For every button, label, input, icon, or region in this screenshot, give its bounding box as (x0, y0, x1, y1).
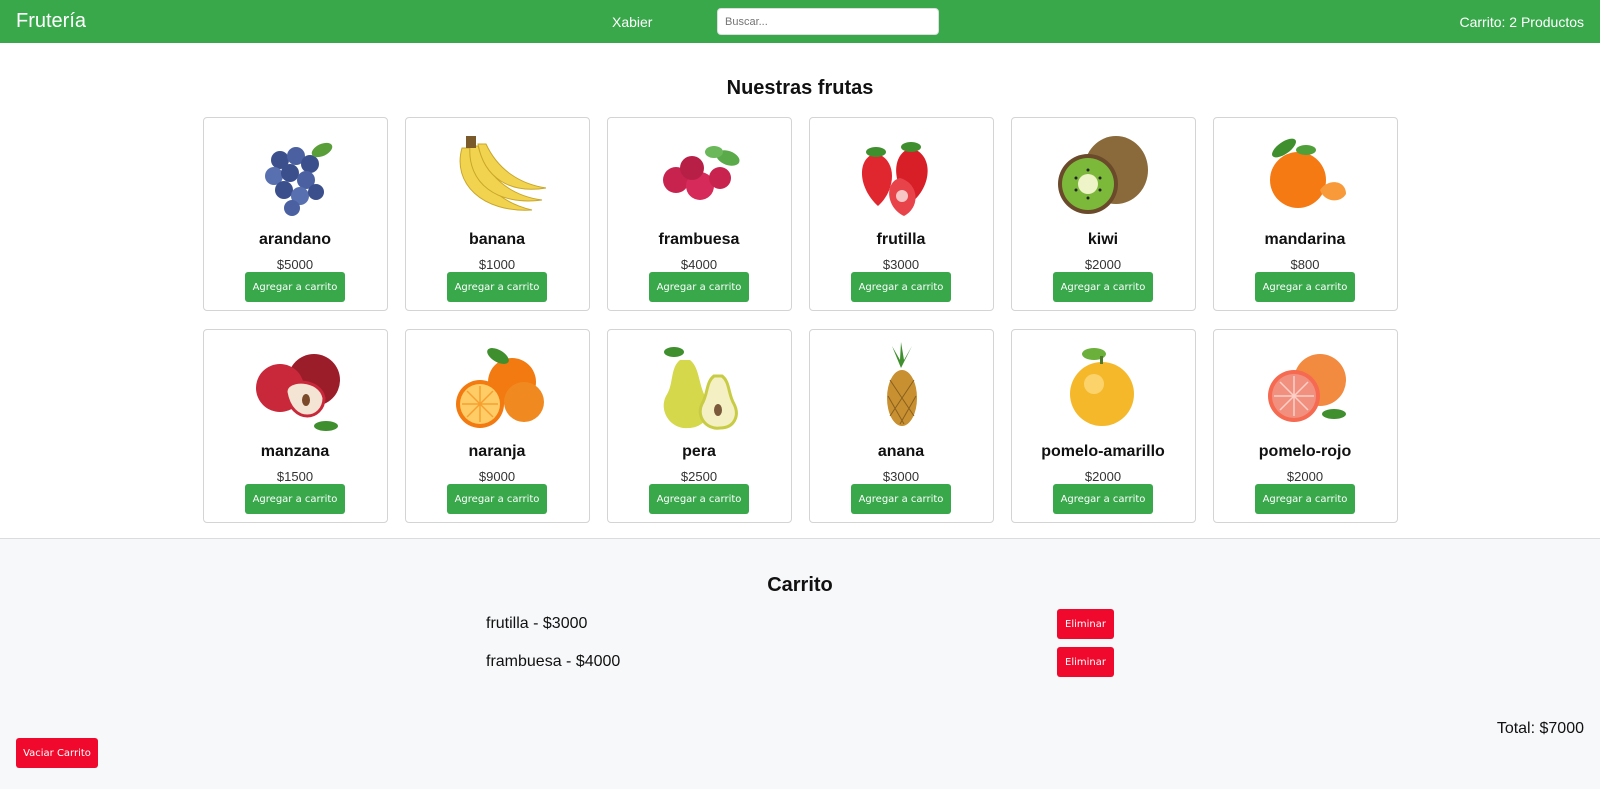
product-card: pomelo-amarillo $2000 Agregar a carrito (1010, 329, 1196, 523)
add-to-cart-button[interactable]: Agregar a carrito (649, 272, 749, 302)
product-name: pera (682, 443, 716, 460)
cart-item-label: frambuesa - $4000 (486, 653, 621, 670)
red-grapefruit-image (1250, 340, 1360, 432)
product-price: $3000 (882, 257, 920, 272)
add-to-cart-button[interactable]: Agregar a carrito (245, 484, 345, 514)
product-price: $2000 (1084, 257, 1122, 272)
oranges-image (442, 340, 552, 432)
product-price: $1000 (478, 257, 516, 272)
add-to-cart-button[interactable]: Agregar a carrito (447, 272, 547, 302)
product-card: anana $3000 Agregar a carrito (808, 329, 994, 523)
remove-item-button[interactable]: Eliminar (1057, 647, 1114, 677)
product-price: $9000 (478, 469, 516, 484)
product-name: mandarina (1264, 231, 1346, 248)
add-to-cart-button[interactable]: Agregar a carrito (447, 484, 547, 514)
bananas-image (442, 128, 552, 220)
navbar: Frutería Xabier Carrito: 2 Productos (0, 0, 1600, 43)
cart-count: Carrito: 2 Productos (1459, 14, 1585, 30)
product-price: $4000 (680, 257, 718, 272)
product-grid: arandano $5000 Agregar a carrito banana $100… (102, 117, 1498, 523)
kiwi-image (1048, 128, 1158, 220)
product-price: $3000 (882, 469, 920, 484)
blueberries-image (240, 128, 350, 220)
brand-title[interactable]: Frutería (16, 10, 86, 33)
product-name: frutilla (876, 231, 926, 248)
empty-cart-button[interactable]: Vaciar Carrito (16, 738, 98, 768)
product-name: banana (468, 231, 525, 248)
product-price: $5000 (276, 257, 314, 272)
product-price: $2000 (1084, 469, 1122, 484)
cart-total: Total: $7000 (1496, 720, 1584, 737)
add-to-cart-button[interactable]: Agregar a carrito (1255, 272, 1355, 302)
product-price: $2500 (680, 469, 718, 484)
tangerine-image (1250, 128, 1360, 220)
product-card: kiwi $2000 Agregar a carrito (1010, 117, 1196, 311)
cart-item: frutilla - $3000 Eliminar (486, 609, 1114, 639)
cart-item: frambuesa - $4000 Eliminar (486, 647, 1114, 677)
cart-title: Carrito (767, 574, 833, 596)
cart-section: Carrito frutilla - $3000 Eliminar frambu… (0, 538, 1600, 789)
add-to-cart-button[interactable]: Agregar a carrito (1255, 484, 1355, 514)
product-card: mandarina $800 Agregar a carrito (1212, 117, 1398, 311)
product-name: anana (877, 443, 925, 460)
product-price: $2000 (1286, 469, 1324, 484)
product-card: manzana $1500 Agregar a carrito (202, 329, 388, 523)
remove-item-button[interactable]: Eliminar (1057, 609, 1114, 639)
product-price: $1500 (276, 469, 314, 484)
product-card: banana $1000 Agregar a carrito (404, 117, 590, 311)
product-card: pera $2500 Agregar a carrito (606, 329, 792, 523)
cart-item-label: frutilla - $3000 (486, 615, 588, 632)
product-price: $800 (1290, 257, 1320, 272)
product-name: kiwi (1087, 231, 1119, 248)
product-card: naranja $9000 Agregar a carrito (404, 329, 590, 523)
add-to-cart-button[interactable]: Agregar a carrito (851, 484, 951, 514)
search-input[interactable] (717, 8, 939, 35)
add-to-cart-button[interactable]: Agregar a carrito (1053, 272, 1153, 302)
product-card: frambuesa $4000 Agregar a carrito (606, 117, 792, 311)
user-name: Xabier (612, 14, 653, 30)
add-to-cart-button[interactable]: Agregar a carrito (245, 272, 345, 302)
apples-image (240, 340, 350, 432)
product-card: pomelo-rojo $2000 Agregar a carrito (1212, 329, 1398, 523)
strawberries-image (846, 128, 956, 220)
product-name: arandano (258, 231, 331, 248)
product-name: manzana (260, 443, 330, 460)
add-to-cart-button[interactable]: Agregar a carrito (1053, 484, 1153, 514)
product-name: pomelo-rojo (1258, 443, 1352, 460)
product-name: pomelo-amarillo (1041, 443, 1165, 460)
add-to-cart-button[interactable]: Agregar a carrito (851, 272, 951, 302)
product-card: frutilla $3000 Agregar a carrito (808, 117, 994, 311)
product-name: frambuesa (658, 231, 740, 248)
add-to-cart-button[interactable]: Agregar a carrito (649, 484, 749, 514)
raspberries-image (644, 128, 754, 220)
pineapple-image (846, 340, 956, 432)
product-name: naranja (468, 443, 526, 460)
pears-image (644, 340, 754, 432)
product-card: arandano $5000 Agregar a carrito (202, 117, 388, 311)
catalog-title: Nuestras frutas (726, 77, 874, 99)
yellow-grapefruit-image (1048, 340, 1158, 432)
